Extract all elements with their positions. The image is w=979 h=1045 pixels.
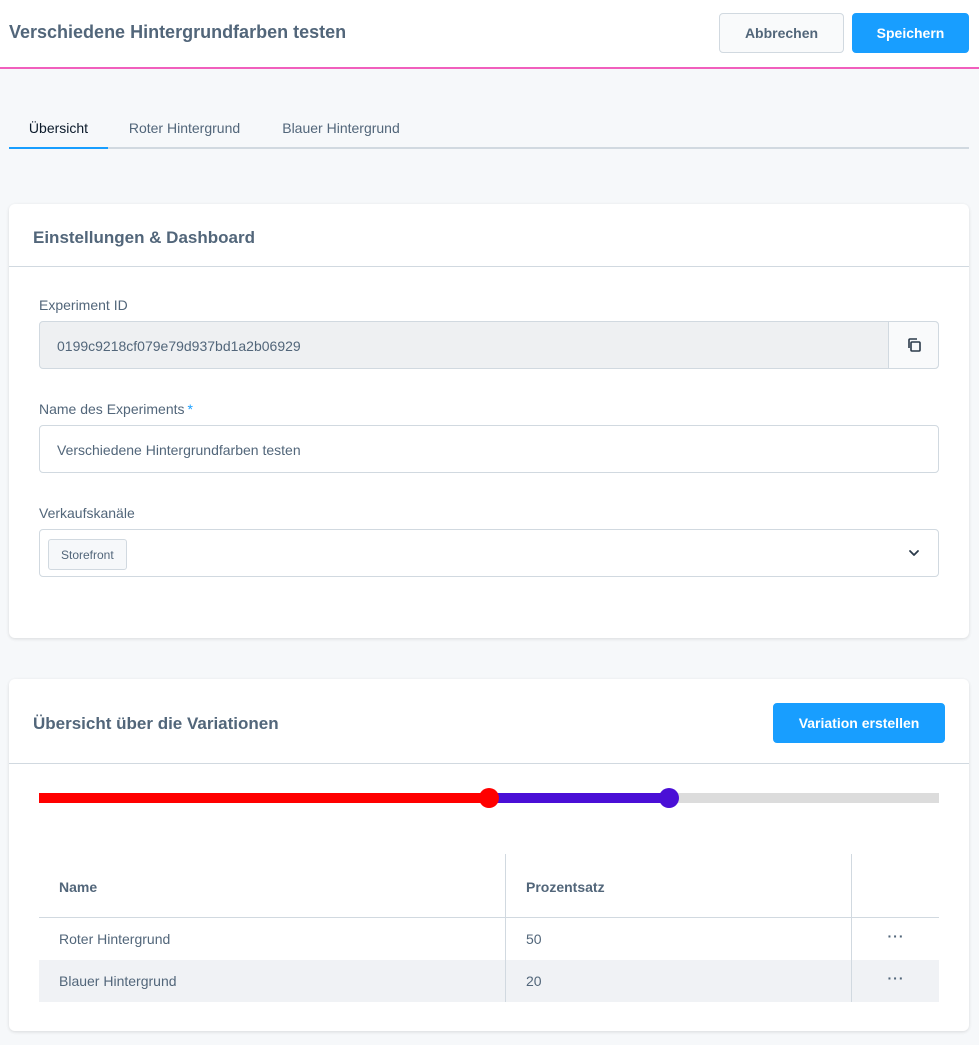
experiment-name-field[interactable]: Verschiedene Hintergrundfarben testen: [39, 425, 939, 473]
tab-red-background[interactable]: Roter Hintergrund: [117, 110, 252, 149]
column-header-actions: [851, 854, 939, 917]
cancel-button[interactable]: Abbrechen: [719, 13, 844, 53]
copy-icon: [907, 338, 921, 352]
slider-handle[interactable]: [479, 788, 499, 808]
variations-card: Übersicht über die Variationen Variation…: [9, 679, 969, 1031]
experiment-id-label: Experiment ID: [39, 297, 128, 313]
slider-segment: [489, 793, 669, 803]
variations-card-header: Übersicht über die Variationen Variation…: [9, 679, 969, 764]
variations-table: Name Prozentsatz Roter Hintergrund 50 ··…: [39, 854, 939, 1002]
slider-segment: [39, 793, 489, 803]
row-actions-cell: ···: [851, 918, 939, 960]
table-row[interactable]: Blauer Hintergrund 20 ···: [39, 960, 939, 1002]
row-name-cell: Roter Hintergrund: [59, 931, 171, 947]
variation-distribution-slider[interactable]: [39, 788, 939, 808]
experiment-id-value: 0199c9218cf079e79d937bd1a2b06929: [57, 338, 301, 354]
column-header-percent[interactable]: Prozentsatz: [505, 854, 851, 917]
page-title: Verschiedene Hintergrundfarben testen: [9, 22, 347, 42]
row-percent-cell: 20: [505, 960, 851, 1002]
tab-bar: Übersicht Roter Hintergrund Blauer Hinte…: [9, 110, 969, 149]
sales-channels-label: Verkaufskanäle: [39, 505, 135, 521]
variations-card-title: Übersicht über die Variationen: [33, 714, 279, 733]
experiment-name-value: Verschiedene Hintergrundfarben testen: [57, 442, 301, 458]
experiment-id-field: 0199c9218cf079e79d937bd1a2b06929: [39, 321, 939, 369]
chevron-down-icon[interactable]: [906, 545, 922, 561]
column-header-name[interactable]: Name: [39, 854, 505, 917]
slider-handle[interactable]: [659, 788, 679, 808]
row-percent-cell: 50: [505, 918, 851, 960]
copy-id-button[interactable]: [888, 322, 938, 368]
tab-overview[interactable]: Übersicht: [9, 110, 108, 149]
settings-card-header: Einstellungen & Dashboard: [9, 204, 969, 267]
experiment-name-label: Name des Experiments *: [39, 401, 193, 417]
settings-card: Einstellungen & Dashboard Experiment ID …: [9, 204, 969, 638]
more-actions-icon[interactable]: ···: [852, 928, 940, 944]
table-row[interactable]: Roter Hintergrund 50 ···: [39, 918, 939, 960]
experiment-name-label-text: Name des Experiments: [39, 401, 185, 417]
page-header: Verschiedene Hintergrundfarben testen Ab…: [0, 0, 979, 69]
required-marker: *: [187, 401, 193, 417]
settings-card-title: Einstellungen & Dashboard: [33, 228, 255, 247]
more-actions-icon[interactable]: ···: [852, 970, 940, 986]
table-header: Name Prozentsatz: [39, 854, 939, 918]
row-actions-cell: ···: [851, 960, 939, 1002]
save-button[interactable]: Speichern: [852, 13, 969, 53]
create-variation-button[interactable]: Variation erstellen: [773, 703, 945, 743]
row-name-cell: Blauer Hintergrund: [59, 973, 177, 989]
sales-channels-select[interactable]: Storefront: [39, 529, 939, 577]
tab-blue-background[interactable]: Blauer Hintergrund: [271, 110, 411, 149]
sales-channel-chip[interactable]: Storefront: [48, 539, 127, 570]
